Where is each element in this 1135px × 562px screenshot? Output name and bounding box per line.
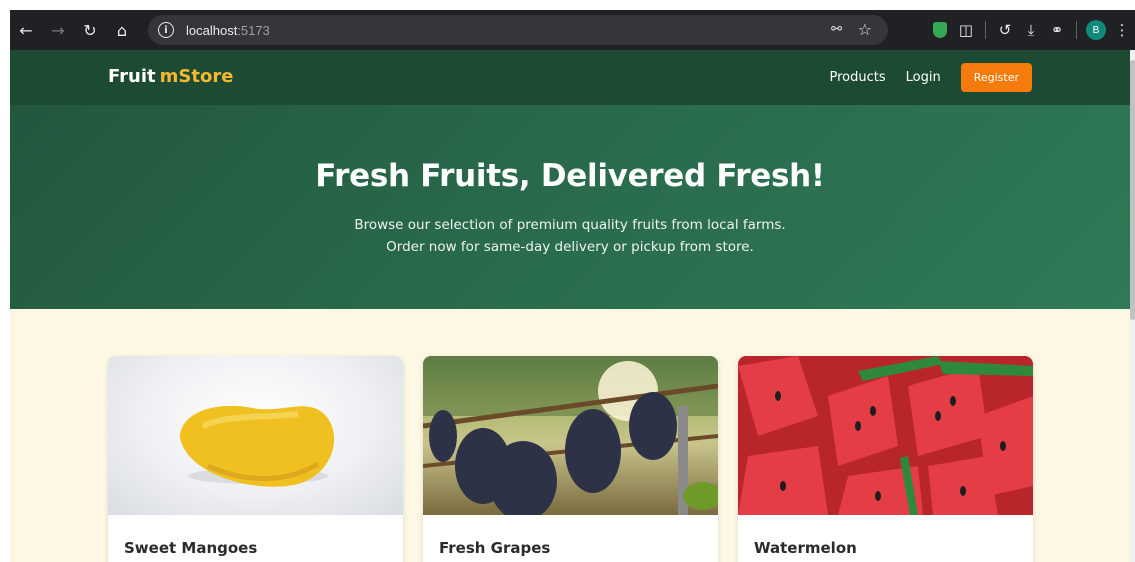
grapes-image (423, 356, 718, 515)
brand-accent: mStore (159, 66, 234, 87)
product-name: Sweet Mangoes (124, 539, 258, 557)
product-card[interactable]: Fresh Grapes (423, 356, 718, 562)
toolbar-divider (985, 21, 986, 39)
product-card[interactable]: Sweet Mangoes (108, 356, 403, 562)
page-scrollbar[interactable] (1130, 50, 1135, 562)
site-info-icon[interactable]: i (158, 22, 174, 38)
brand-logo[interactable]: Fruit mStore (108, 66, 233, 87)
web-page: Fruit mStore Products Login Register Fres… (10, 50, 1130, 562)
brand-main: Fruit (108, 66, 156, 87)
history-icon[interactable]: ↺ (992, 10, 1018, 50)
hero-subtitle-line2: Order now for same-day delivery or picku… (386, 239, 754, 255)
toolbar-divider (1076, 21, 1077, 39)
product-name: Fresh Grapes (439, 539, 551, 557)
register-button[interactable]: Register (960, 63, 1032, 92)
product-name: Watermelon (754, 539, 857, 557)
product-card[interactable]: Watermelon (738, 356, 1033, 562)
site-navbar: Fruit mStore Products Login Register (10, 50, 1130, 105)
reload-icon[interactable]: ↻ (74, 10, 106, 50)
mango-image (108, 356, 403, 515)
link-icon[interactable]: ⚭ (1044, 10, 1070, 50)
download-icon[interactable]: ⤓ (1018, 10, 1044, 50)
browser-actions: ◫ ↺ ⤓ ⚭ B ⋮ (927, 10, 1135, 50)
menu-kebab-icon[interactable]: ⋮ (1109, 10, 1135, 50)
hero-banner: Fresh Fruits, Delivered Fresh! Browse ou… (10, 105, 1130, 309)
watermelon-image (738, 356, 1033, 515)
nav-link-products[interactable]: Products (829, 70, 885, 85)
profile-avatar[interactable]: B (1083, 10, 1109, 50)
extensions-puzzle-icon[interactable]: ◫ (953, 10, 979, 50)
password-key-icon[interactable]: ⚯ (831, 22, 842, 37)
browser-toolbar: ← → ↻ ⌂ i localhost:5173 ⚯ ☆ ◫ ↺ ⤓ ⚭ B ⋮ (10, 10, 1135, 50)
hero-title: Fresh Fruits, Delivered Fresh! (315, 158, 825, 194)
back-icon[interactable]: ← (10, 10, 42, 50)
forward-icon[interactable]: → (42, 10, 74, 50)
hero-subtitle-line1: Browse our selection of premium quality … (354, 217, 786, 233)
home-icon[interactable]: ⌂ (106, 10, 138, 50)
bookmark-star-icon[interactable]: ☆ (858, 20, 872, 39)
scrollbar-thumb[interactable] (1130, 60, 1135, 320)
nav-link-login[interactable]: Login (906, 70, 941, 85)
product-grid: Sweet Mangoes Fresh Grapes Watermelon (108, 356, 1053, 562)
nav-links: Products Login Register (809, 63, 1032, 92)
shield-extension-icon[interactable] (927, 10, 953, 50)
avatar: B (1086, 20, 1106, 40)
url-text[interactable]: localhost:5173 (186, 23, 270, 38)
address-bar[interactable]: i localhost:5173 ⚯ ☆ (148, 15, 888, 45)
